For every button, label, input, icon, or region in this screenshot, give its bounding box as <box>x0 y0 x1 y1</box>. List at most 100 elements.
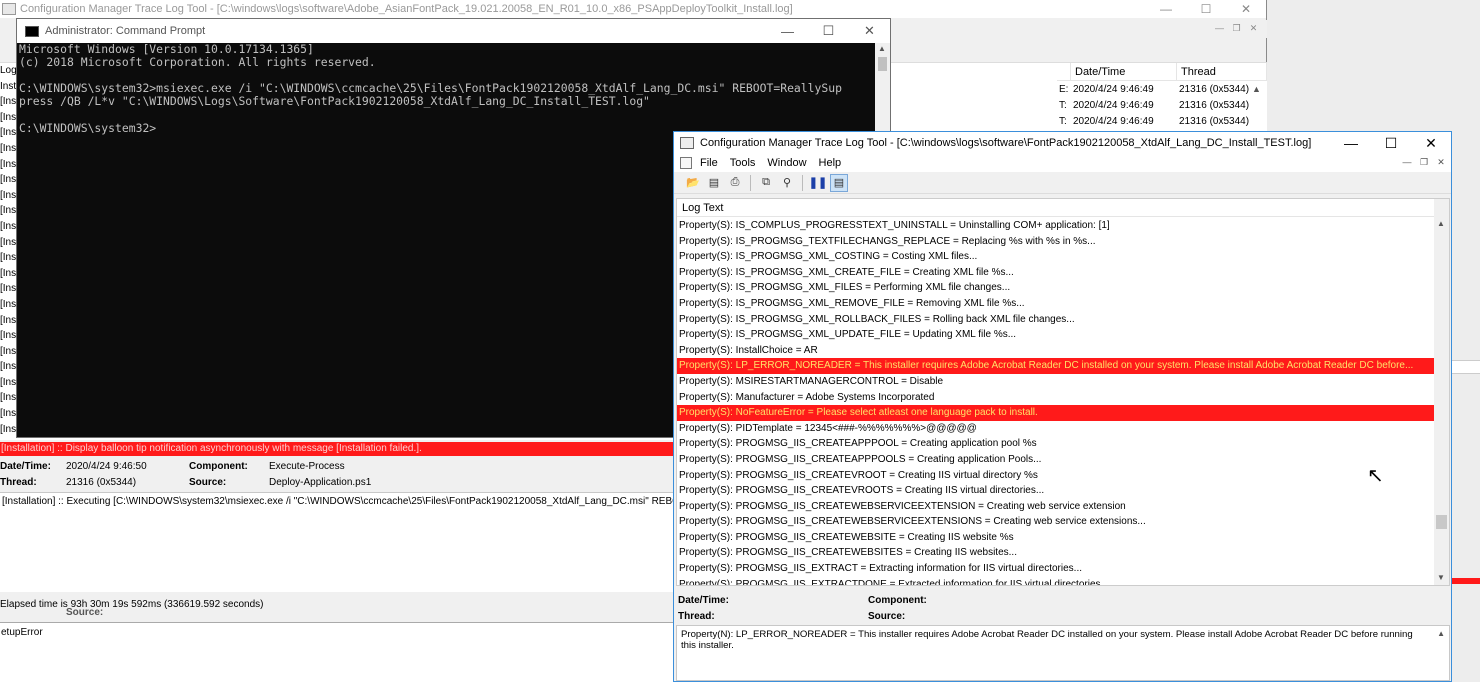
fg-mdi-minimize-icon[interactable]: — <box>1401 157 1413 168</box>
menu-file[interactable]: File <box>700 157 718 169</box>
bg-table-row[interactable]: T: 2020/4/24 9:46:49 21316 (0x5344) <box>1057 114 1267 130</box>
open-folder-icon[interactable]: 📂 <box>684 174 702 192</box>
cmd-line: press /QB /L*v "C:\WINDOWS\Logs\Software… <box>19 94 650 109</box>
fg-titlebar[interactable]: Configuration Manager Trace Log Tool - [… <box>674 132 1451 154</box>
cmd-close-icon[interactable]: ✕ <box>849 23 890 39</box>
cmd-minimize-icon[interactable]: — <box>767 24 808 39</box>
bg-cell-thread: 21316 (0x5344) <box>1179 116 1250 127</box>
document-icon[interactable] <box>680 157 692 169</box>
fg-scroll-thumb[interactable] <box>1436 515 1447 529</box>
fg-mdi-close-icon[interactable]: ✕ <box>1435 157 1447 168</box>
bg-cell-date: 2020/4/24 9:46:49 <box>1073 100 1154 111</box>
date-value: 2020/4/24 9:46:50 <box>66 460 147 472</box>
fg-scrollbar[interactable]: ▲ ▼ <box>1434 199 1449 585</box>
col-log-text-header[interactable]: Log Text <box>677 199 1436 217</box>
bg-titlebar[interactable]: Configuration Manager Trace Log Tool - [… <box>0 0 1266 18</box>
fg-source-label: Source: <box>868 610 906 622</box>
log-row[interactable]: Property(S): PROGMSG_IIS_EXTRACT = Extra… <box>677 561 1436 577</box>
toggle-details-icon[interactable]: ▤ <box>830 173 848 192</box>
find-icon[interactable]: ⚲ <box>778 174 796 192</box>
fg-mdi-controls[interactable]: — ❐ ✕ <box>1401 157 1447 168</box>
log-row[interactable]: Property(S): MSIRESTARTMANAGERCONTROL = … <box>677 374 1436 390</box>
component-value: Execute-Process <box>269 460 345 472</box>
log-row-error[interactable]: Property(S): NoFeatureError = Please sel… <box>677 405 1436 421</box>
fg-maximize-icon[interactable]: ☐ <box>1371 135 1411 152</box>
source-label: Source: <box>189 476 227 488</box>
bg-col-c1[interactable] <box>1057 63 1071 80</box>
log-row[interactable]: Property(S): IS_COMPLUS_PROGRESSTEXT_UNI… <box>677 218 1436 234</box>
cmtrace-app-icon <box>680 137 694 149</box>
bg-visible-rows[interactable]: E: 2020/4/24 9:46:49 21316 (0x5344) T: 2020/… <box>1057 82 1267 130</box>
cmd-scroll-up-icon[interactable]: ▲ <box>878 44 886 53</box>
log-row[interactable]: Property(S): PROGMSG_IIS_CREATEAPPPOOLS … <box>677 452 1436 468</box>
log-row[interactable]: Property(S): PROGMSG_IIS_EXTRACTDONE = E… <box>677 577 1436 585</box>
bg-column-header[interactable]: Date/Time Thread <box>1057 63 1267 81</box>
cmd-maximize-icon[interactable]: ☐ <box>808 23 849 39</box>
fg-mdi-restore-icon[interactable]: ❐ <box>1418 157 1430 168</box>
log-row[interactable]: Property(S): IS_PROGMSG_XML_REMOVE_FILE … <box>677 296 1436 312</box>
toolbar-separator <box>750 174 751 191</box>
cmd-titlebar[interactable]: Administrator: Command Prompt — ☐ ✕ <box>17 19 890 43</box>
bg-table-row[interactable]: T: 2020/4/24 9:46:49 21316 (0x5344) <box>1057 98 1267 114</box>
mdi-minimize-icon[interactable]: — <box>1213 22 1226 34</box>
log-row[interactable]: Property(S): IS_PROGMSG_XML_UPDATE_FILE … <box>677 327 1436 343</box>
foreground-cmtrace-window[interactable]: Configuration Manager Trace Log Tool - [… <box>673 131 1452 682</box>
log-row[interactable]: Property(S): PROGMSG_IIS_CREATEVROOTS = … <box>677 483 1436 499</box>
fg-date-label: Date/Time: <box>678 594 729 606</box>
open-sccm-icon[interactable]: ▤ <box>705 174 723 192</box>
bg-table-row[interactable]: E: 2020/4/24 9:46:49 21316 (0x5344) <box>1057 82 1267 98</box>
log-row[interactable]: Property(S): PROGMSG_IIS_CREATEVROOT = C… <box>677 468 1436 484</box>
fg-window-title: Configuration Manager Trace Log Tool - [… <box>700 137 1312 149</box>
cmd-scroll-thumb[interactable] <box>878 57 887 71</box>
fg-close-icon[interactable]: ✕ <box>1411 135 1451 152</box>
log-row[interactable]: Property(S): PIDTemplate = 12345<###-%%%… <box>677 421 1436 437</box>
cmtrace-app-icon <box>2 3 16 15</box>
menu-help[interactable]: Help <box>819 157 842 169</box>
maximize-icon[interactable]: ☐ <box>1186 2 1226 16</box>
bg-col-date[interactable]: Date/Time <box>1071 63 1177 80</box>
log-row[interactable]: Property(S): PROGMSG_IIS_CREATEWEBSERVIC… <box>677 514 1436 530</box>
menu-tools[interactable]: Tools <box>730 157 756 169</box>
minimize-icon[interactable]: — <box>1146 2 1186 16</box>
fg-detail-pane: Date/Time: Component: Thread: Source: <box>678 592 1448 624</box>
fg-menubar: File Tools Window Help — ❐ ✕ <box>674 154 1451 172</box>
scroll-up-arrow-icon[interactable]: ▲ <box>1252 84 1261 94</box>
fg-minimize-icon[interactable]: — <box>1331 135 1371 151</box>
fg-msg-scroll-up-icon[interactable]: ▲ <box>1437 628 1445 639</box>
fg-scroll-up-icon[interactable]: ▲ <box>1437 219 1445 228</box>
cmd-app-icon <box>25 25 39 37</box>
log-row-error[interactable]: Property(S): LP_ERROR_NOREADER = This in… <box>677 358 1436 374</box>
log-row[interactable]: Property(S): PROGMSG_IIS_CREATEWEBSITE =… <box>677 530 1436 546</box>
pause-icon[interactable]: ❚❚ <box>809 174 827 192</box>
bg-message-box[interactable]: [Installation] :: Executing [C:\WINDOWS\… <box>0 492 680 592</box>
bg-cell-thread: 21316 (0x5344) <box>1179 100 1250 111</box>
log-row[interactable]: Property(S): IS_PROGMSG_XML_CREATE_FILE … <box>677 265 1436 281</box>
close-icon[interactable]: ✕ <box>1226 2 1266 16</box>
copy-icon[interactable]: ⧉ <box>757 174 775 192</box>
fg-log-list[interactable]: Log Text Property(S): IS_COMPLUS_PROGRES… <box>676 198 1450 586</box>
bg-col-thread[interactable]: Thread <box>1177 63 1267 80</box>
bg-cell-c1: T: <box>1059 116 1067 127</box>
log-row[interactable]: Property(S): IS_PROGMSG_XML_ROLLBACK_FIL… <box>677 312 1436 328</box>
menu-window[interactable]: Window <box>767 157 806 169</box>
cmd-title: Administrator: Command Prompt <box>45 25 206 37</box>
log-row[interactable]: Property(S): IS_PROGMSG_TEXTFILECHANGS_R… <box>677 234 1436 250</box>
fg-scroll-down-icon[interactable]: ▼ <box>1437 573 1445 582</box>
log-row[interactable]: Property(S): InstallChoice = AR <box>677 343 1436 359</box>
bg-window-title: Configuration Manager Trace Log Tool - [… <box>20 3 793 15</box>
mouse-pointer-icon: ↖ <box>1367 465 1384 487</box>
log-row[interactable]: Property(S): PROGMSG_IIS_CREATEWEBSITES … <box>677 545 1436 561</box>
log-row[interactable]: Property(S): Manufacturer = Adobe System… <box>677 390 1436 406</box>
cmd-line: (c) 2018 Microsoft Corporation. All righ… <box>19 55 376 70</box>
log-row[interactable]: Property(S): PROGMSG_IIS_CREATEAPPPOOL =… <box>677 436 1436 452</box>
log-row[interactable]: Property(S): IS_PROGMSG_XML_FILES = Perf… <box>677 280 1436 296</box>
bg-cell-c1: E: <box>1059 84 1069 95</box>
log-row[interactable]: Property(S): IS_PROGMSG_XML_COSTING = Co… <box>677 249 1436 265</box>
print-icon[interactable]: ⎙ <box>726 174 744 192</box>
mdi-close-icon[interactable]: ✕ <box>1247 22 1260 34</box>
bg-mdi-controls[interactable]: — ❐ ✕ <box>1213 22 1260 34</box>
log-row[interactable]: Property(S): PROGMSG_IIS_CREATEWEBSERVIC… <box>677 499 1436 515</box>
fg-log-rows[interactable]: Property(S): IS_COMPLUS_PROGRESSTEXT_UNI… <box>677 218 1436 585</box>
fg-message-box[interactable]: Property(N): LP_ERROR_NOREADER = This in… <box>676 625 1450 681</box>
mdi-restore-icon[interactable]: ❐ <box>1230 22 1243 34</box>
